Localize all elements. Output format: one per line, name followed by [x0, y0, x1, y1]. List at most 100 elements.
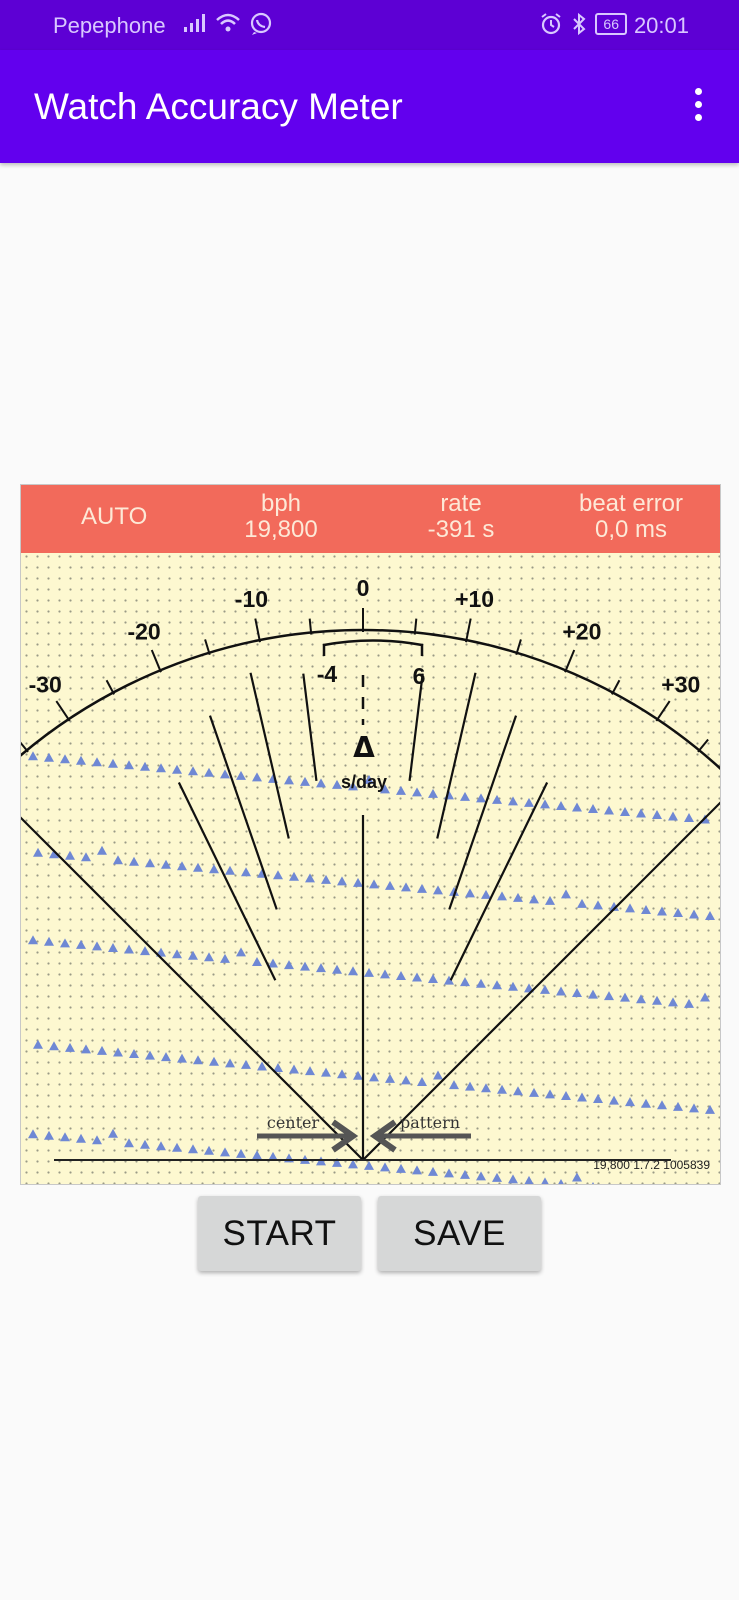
beat-marker [412, 972, 422, 982]
beat-marker [156, 1141, 166, 1151]
beat-marker [636, 994, 646, 1004]
beat-marker [588, 803, 598, 813]
version-info: 19,800 1.7.2 1005839 [593, 1158, 710, 1172]
beat-marker [668, 811, 678, 821]
beat-marker [396, 1163, 406, 1173]
scale-label: +20 [562, 619, 601, 645]
beat-marker [545, 895, 555, 905]
beat-marker [481, 1083, 491, 1093]
pattern-label: pattern [400, 1113, 460, 1132]
beat-marker [76, 939, 86, 949]
beat-marker [476, 1171, 486, 1181]
beat-marker [497, 1084, 507, 1094]
beat-marker [417, 883, 427, 893]
beat-marker [28, 935, 38, 945]
beat-marker [492, 794, 502, 804]
accuracy-meter: AUTO bph 19,800 rate -391 s beat error 0… [20, 484, 721, 1185]
beat-marker [145, 858, 155, 868]
beat-marker [97, 1045, 107, 1055]
center-label: center [267, 1113, 320, 1132]
meter-dial: -40-30-20-100+10+20+30+40 -4 6 Δ s/day c… [21, 575, 720, 1184]
beat-marker [641, 904, 651, 914]
save-button[interactable]: SAVE [378, 1196, 541, 1271]
beat-marker [604, 991, 614, 1001]
scale-label: +30 [661, 671, 700, 697]
beat-marker [540, 984, 550, 994]
beat-marker [492, 980, 502, 990]
tolerance-bracket [322, 639, 424, 656]
beat-marker [316, 963, 326, 973]
beat-marker [591, 1181, 595, 1184]
app-title: Watch Accuracy Meter [34, 86, 403, 127]
beat-marker [572, 988, 582, 998]
beat-marker [577, 1092, 587, 1102]
beat-marker [348, 966, 358, 976]
battery-icon: 66 [595, 13, 627, 35]
start-button[interactable]: START [198, 1196, 361, 1271]
beat-marker [337, 1069, 347, 1079]
beat-marker [81, 852, 91, 862]
dial-guide-line [302, 673, 318, 781]
beat-marker [353, 1070, 363, 1080]
beat-marker [124, 760, 134, 770]
carrier-name: Pepephone [53, 13, 166, 38]
dial-guide-line [249, 672, 290, 839]
beat-marker [316, 778, 326, 788]
beat-marker [492, 1172, 502, 1182]
beat-marker [140, 1139, 150, 1149]
beat-marker [60, 754, 70, 764]
beat-marker [460, 791, 470, 801]
beat-marker [385, 1073, 395, 1083]
beat-marker [108, 942, 118, 952]
beat-marker [541, 1177, 549, 1184]
signal-icon [184, 14, 205, 32]
bluetooth-icon [573, 12, 586, 36]
beat-marker [172, 764, 182, 774]
beat-marker [529, 894, 539, 904]
more-vert-icon[interactable] [691, 88, 705, 124]
beat-marker [193, 1055, 203, 1065]
beat-marker [412, 787, 422, 797]
beat-marker [593, 1094, 603, 1104]
beat-marker [705, 1104, 715, 1114]
beat-marker [476, 978, 486, 988]
beat-marker [92, 757, 102, 767]
beat-marker [188, 950, 198, 960]
beat-marker [177, 1053, 187, 1063]
scale-tick [655, 700, 671, 722]
beat-marker [305, 873, 315, 883]
beat-marker [609, 1095, 619, 1105]
beat-marker [673, 907, 683, 917]
scale-label: -20 [127, 619, 160, 645]
beat-marker [652, 809, 662, 819]
beat-marker [540, 799, 550, 809]
dial-guide-line [362, 801, 720, 1161]
beat-marker [108, 758, 118, 768]
beat-marker [476, 793, 486, 803]
beat-marker [668, 997, 678, 1007]
beat-marker [337, 876, 347, 886]
beat-marker [369, 1072, 379, 1082]
beat-marker [465, 1081, 475, 1091]
beat-marker [396, 970, 406, 980]
beat-marker [65, 1042, 75, 1052]
beat-marker [113, 1047, 123, 1057]
beat-marker [161, 859, 171, 869]
beat-marker [673, 1101, 683, 1111]
beat-marker [608, 1183, 610, 1184]
beat-marker [44, 936, 54, 946]
scale-label: -10 [235, 586, 268, 612]
beat-marker [412, 1165, 422, 1175]
beat-marker [524, 1175, 534, 1184]
beat-marker [364, 967, 374, 977]
beat-marker [577, 898, 587, 908]
beat-marker [33, 847, 43, 857]
beat-marker [657, 906, 667, 916]
scale-tick [697, 738, 709, 753]
beat-marker [689, 909, 699, 919]
beat-marker [177, 861, 187, 871]
beat-marker [193, 862, 203, 872]
beat-marker [460, 977, 470, 987]
beat-marker [460, 1169, 470, 1179]
beat-marker [556, 986, 566, 996]
